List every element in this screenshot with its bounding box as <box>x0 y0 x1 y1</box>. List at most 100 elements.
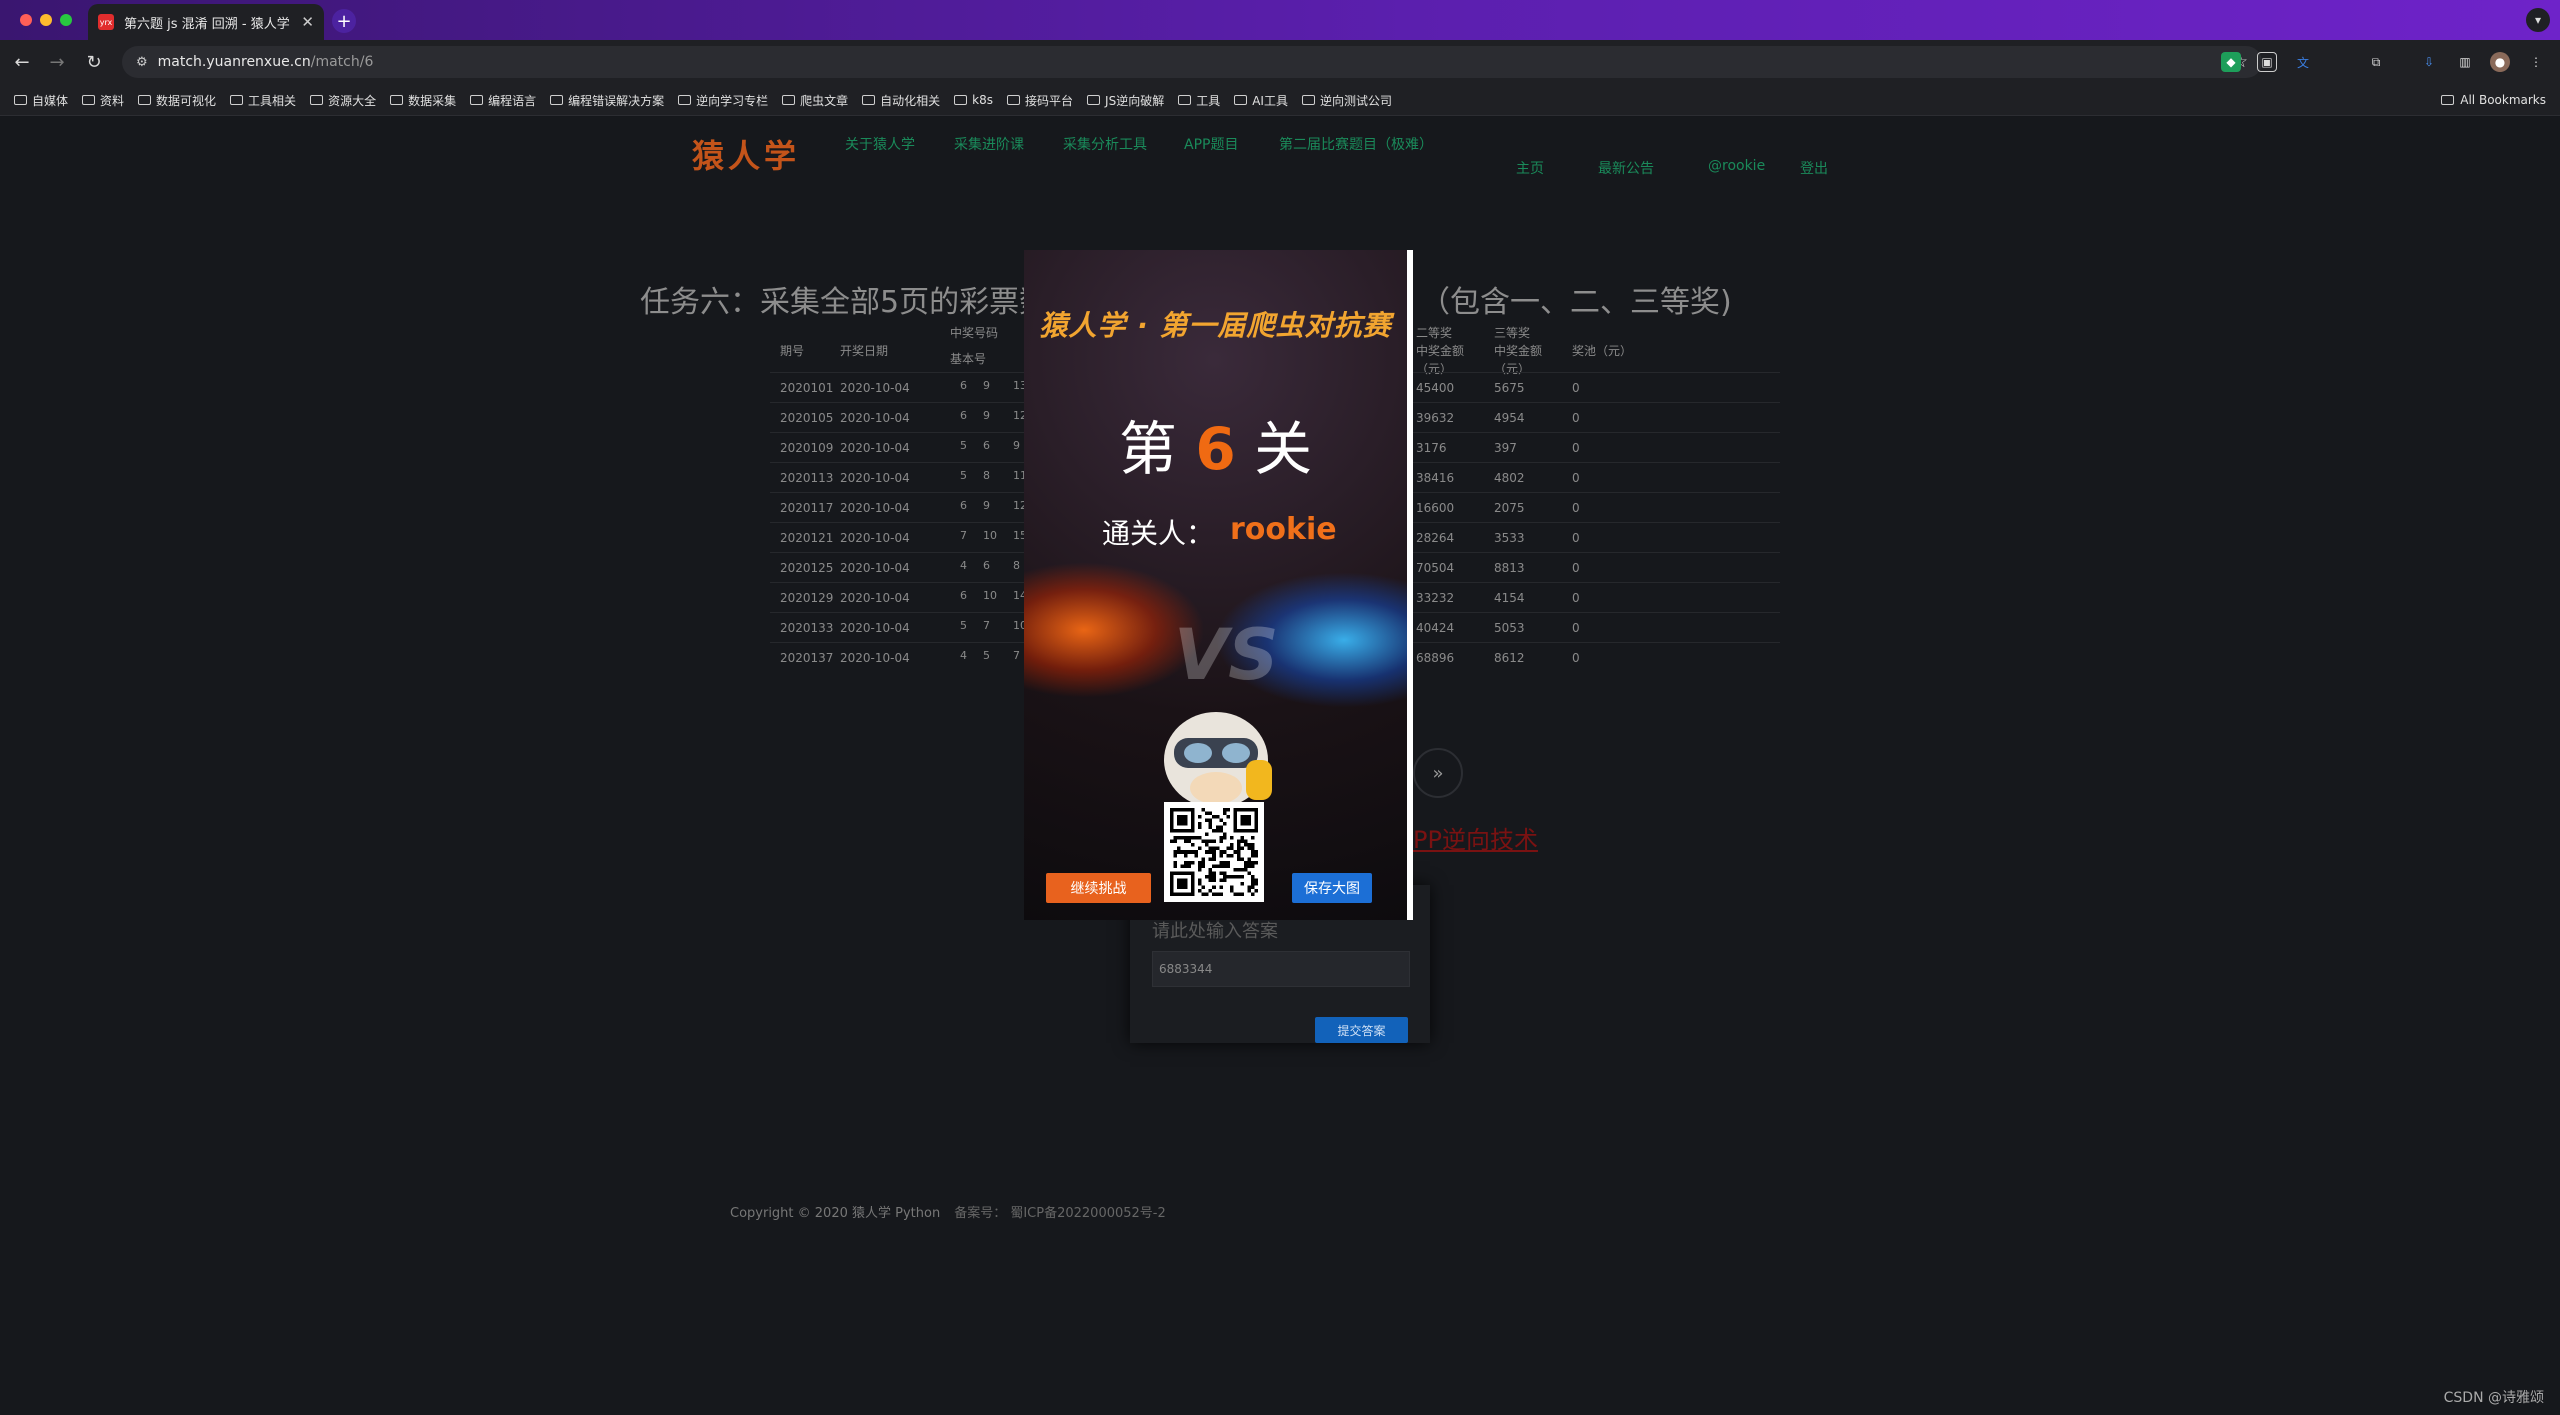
cell-number: 5 <box>960 619 967 632</box>
promo-link[interactable]: PP逆向技术 <box>1413 820 1538 855</box>
level-number: 6 <box>1195 415 1236 483</box>
cell-issue: 2020133 <box>780 621 834 635</box>
folder-icon <box>230 95 244 105</box>
bookmark-item[interactable]: 自动化相关 <box>862 92 940 109</box>
icp-text[interactable]: 备案号： 蜀ICP备2022000052号-2 <box>954 1206 1166 1221</box>
folder-icon <box>138 95 152 105</box>
site-info-icon[interactable]: ⚙ <box>136 55 148 70</box>
nav-analysis-tools[interactable]: 采集分析工具 <box>1063 134 1147 154</box>
bookmark-item[interactable]: 逆向学习专栏 <box>678 92 768 109</box>
side-panel-icon[interactable]: ▥ <box>2455 52 2475 72</box>
bookmark-item[interactable]: 爬虫文章 <box>782 92 848 109</box>
extension-translate-icon[interactable]: 文 <box>2293 52 2313 72</box>
nav-advanced-course[interactable]: 采集进阶课 <box>954 134 1024 154</box>
window-close-button[interactable] <box>20 14 32 26</box>
cell-date: 2020-10-04 <box>840 591 910 605</box>
bookmark-item[interactable]: 编程错误解决方案 <box>550 92 664 109</box>
bookmark-label: 资源大全 <box>328 93 377 108</box>
downloads-icon[interactable]: ⇩ <box>2419 52 2439 72</box>
cell-second-amount: 3176 <box>1416 441 1447 455</box>
cell-number: 5 <box>960 469 967 482</box>
cell-third-amount: 8612 <box>1494 651 1525 665</box>
extensions-puzzle-icon[interactable]: ⧉ <box>2366 52 2386 72</box>
pager-next-button[interactable]: » <box>1413 748 1463 798</box>
extension-shield-icon[interactable]: ◆ <box>2221 52 2241 72</box>
cell-second-amount: 33232 <box>1416 591 1455 605</box>
nav-user[interactable]: @rookie <box>1708 158 1765 174</box>
save-image-button[interactable]: 保存大图 <box>1292 873 1372 903</box>
cell-third-amount: 5053 <box>1494 621 1525 635</box>
nav-about[interactable]: 关于猿人学 <box>845 134 915 154</box>
modal-heading: 猿人学 · 第一届爬虫对抗赛 <box>1039 309 1392 342</box>
nav-home[interactable]: 主页 <box>1516 158 1544 178</box>
bookmark-item[interactable]: 编程语言 <box>470 92 536 109</box>
bookmark-label: 编程错误解决方案 <box>568 93 665 108</box>
new-tab-button[interactable]: + <box>332 9 356 33</box>
window-minimize-button[interactable] <box>40 14 52 26</box>
bookmark-item[interactable]: 数据采集 <box>390 92 456 109</box>
bookmark-item[interactable]: k8s <box>954 93 993 107</box>
bookmark-item[interactable]: 数据可视化 <box>138 92 216 109</box>
continue-challenge-button[interactable]: 继续挑战 <box>1046 873 1151 903</box>
tab-close-icon[interactable]: ✕ <box>301 13 314 31</box>
folder-icon <box>954 95 968 105</box>
bookmark-label: 编程语言 <box>488 93 537 108</box>
bookmark-item[interactable]: 工具 <box>1178 92 1220 109</box>
folder-icon <box>782 95 796 105</box>
nav-second-contest[interactable]: 第二届比赛题目（极难） <box>1279 134 1433 154</box>
cell-pool: 0 <box>1572 651 1580 665</box>
bookmark-item[interactable]: 自媒体 <box>14 92 68 109</box>
back-button[interactable]: ← <box>10 50 34 74</box>
folder-icon <box>862 95 876 105</box>
cell-date: 2020-10-04 <box>840 381 910 395</box>
cell-second-amount: 39632 <box>1416 411 1455 425</box>
bookmarks-bar: 自媒体 资料 数据可视化 工具相关 资源大全 数据采集 编程语言 编程错误解决方案 逆向学习专栏… <box>0 84 2560 116</box>
cell-number: 4 <box>960 559 967 572</box>
all-bookmarks-button[interactable]: All Bookmarks <box>2441 84 2546 116</box>
folder-icon <box>1007 95 1021 105</box>
cell-number: 9 <box>983 409 990 422</box>
bookmark-item[interactable]: 逆向测试公司 <box>1301 92 1392 109</box>
cell-issue: 2020117 <box>780 501 834 515</box>
bookmark-label: 逆向学习专栏 <box>696 93 769 108</box>
answer-input[interactable] <box>1152 951 1410 987</box>
profile-avatar[interactable]: ● <box>2490 52 2510 72</box>
forward-button[interactable]: → <box>45 50 69 74</box>
extension-screenshot-icon[interactable]: ▣ <box>2257 52 2277 72</box>
nav-logout[interactable]: 登出 <box>1800 158 1828 178</box>
cell-second-amount: 28264 <box>1416 531 1455 545</box>
browser-toolbar: ← → ↻ ⚙ match.yuanrenxue.cn/match/6 ☆ ◆ … <box>0 40 2560 84</box>
bookmark-item[interactable]: 工具相关 <box>230 92 296 109</box>
bookmark-item[interactable]: JS逆向破解 <box>1087 92 1164 109</box>
tab-search-button[interactable]: ▾ <box>2526 8 2550 32</box>
cell-second-amount: 40424 <box>1416 621 1455 635</box>
cell-third-amount: 4154 <box>1494 591 1525 605</box>
browser-tab[interactable]: yrx 第六题 js 混淆 回溯 - 猿人学 ✕ <box>88 4 324 40</box>
bookmark-label: 接码平台 <box>1025 93 1074 108</box>
window-maximize-button[interactable] <box>60 14 72 26</box>
bookmark-item[interactable]: 接码平台 <box>1007 92 1073 109</box>
cell-second-amount: 38416 <box>1416 471 1455 485</box>
bookmark-item[interactable]: 资源大全 <box>310 92 376 109</box>
bookmark-item[interactable]: 资料 <box>82 92 124 109</box>
nav-app-challenges[interactable]: APP题目 <box>1184 134 1238 154</box>
folder-icon <box>1301 95 1315 105</box>
cell-number: 7 <box>1013 649 1020 662</box>
folder-icon <box>390 95 404 105</box>
bookmark-item[interactable]: AI工具 <box>1234 92 1288 109</box>
cell-pool: 0 <box>1572 501 1580 515</box>
folder-icon <box>310 95 324 105</box>
cell-number: 6 <box>983 559 990 572</box>
cell-number: 6 <box>960 379 967 392</box>
address-bar[interactable]: ⚙ match.yuanrenxue.cn/match/6 ☆ <box>122 46 2262 78</box>
submit-answer-button[interactable]: 提交答案 <box>1315 1017 1408 1043</box>
site-logo[interactable]: 猿人学 <box>692 131 800 177</box>
modal-scrollbar[interactable] <box>1407 250 1413 920</box>
cell-third-amount: 4802 <box>1494 471 1525 485</box>
cell-date: 2020-10-04 <box>840 441 910 455</box>
browser-menu-icon[interactable]: ⋮ <box>2526 52 2546 72</box>
url-text[interactable]: match.yuanrenxue.cn/match/6 <box>158 54 374 70</box>
bookmark-label: 数据可视化 <box>156 93 217 108</box>
reload-button[interactable]: ↻ <box>82 50 106 74</box>
nav-announcements[interactable]: 最新公告 <box>1598 158 1654 178</box>
